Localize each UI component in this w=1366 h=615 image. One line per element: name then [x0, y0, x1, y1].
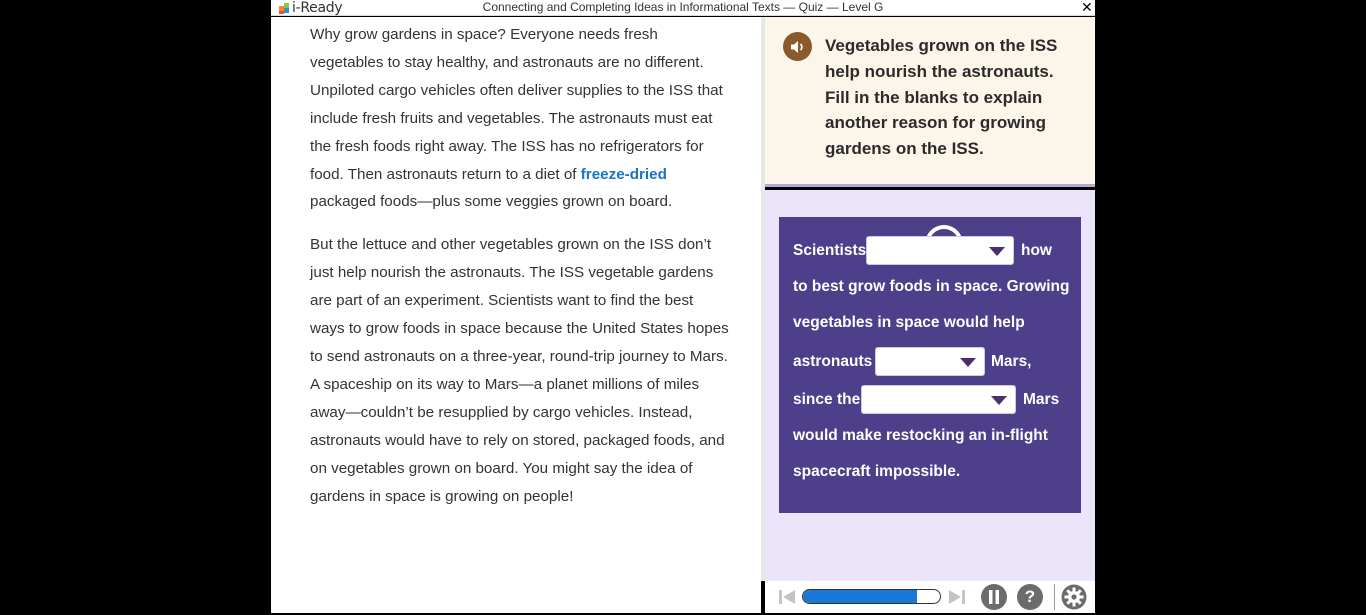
- settings-icon: [1061, 584, 1087, 610]
- pause-button[interactable]: [981, 584, 1007, 610]
- passage: Why grow gardens in space? Everyone need…: [310, 21, 730, 525]
- title-bar: i-Ready Connecting and Completing Ideas …: [271, 0, 1095, 16]
- blank-dropdown-2[interactable]: [875, 347, 985, 376]
- settings-button[interactable]: [1061, 584, 1087, 615]
- bottom-toolbar: ?: [765, 581, 1095, 613]
- help-button[interactable]: ?: [1017, 584, 1043, 610]
- chevron-down-icon: [991, 396, 1007, 405]
- passage-paragraph-2: But the lettuce and other vegetables gro…: [310, 236, 729, 505]
- sentence-fragment: vegetables in space would help: [793, 314, 1025, 331]
- question-prompt-pane: Vegetables grown on the ISS help nourish…: [765, 17, 1095, 187]
- sentence-fragment: would make restocking an in-flight: [793, 427, 1048, 444]
- skip-forward-button[interactable]: [948, 589, 966, 610]
- sentence-fragment: Mars: [1023, 391, 1060, 408]
- chevron-down-icon: [960, 358, 976, 367]
- sentence-fragment: Scientists: [793, 242, 867, 259]
- window-title: Connecting and Completing Ideas in Infor…: [482, 0, 884, 14]
- skip-back-button[interactable]: [778, 589, 796, 610]
- blank-dropdown-3[interactable]: [861, 385, 1016, 414]
- passage-text: Why grow gardens in space? Everyone need…: [310, 26, 723, 183]
- sentence-fragment: to best grow foods in space. Growing: [793, 278, 1070, 295]
- progress-fill: [803, 590, 917, 603]
- toolbar-divider: [1054, 584, 1055, 610]
- sentence-fragment: how: [1021, 242, 1052, 259]
- prompt-audio-button[interactable]: [783, 32, 812, 61]
- chevron-down-icon: [989, 247, 1005, 256]
- sentence-fragment: Mars,: [991, 353, 1032, 370]
- glossary-link-freeze-dried[interactable]: freeze-dried: [581, 166, 667, 183]
- blank-dropdown-1[interactable]: [866, 236, 1014, 265]
- answer-pane: Scientists how to best grow foods in spa…: [765, 190, 1095, 581]
- sentence-fragment: astronauts: [793, 353, 873, 370]
- help-icon: ?: [1024, 587, 1036, 606]
- question-prompt: Vegetables grown on the ISS help nourish…: [825, 36, 1058, 159]
- skip-back-icon: [779, 590, 795, 604]
- pause-icon: [989, 590, 999, 604]
- passage-paragraph-1: Why grow gardens in space? Everyone need…: [310, 21, 730, 216]
- passage-text: packaged foods—plus some veggies grown o…: [310, 193, 673, 211]
- skip-forward-icon: [949, 590, 965, 604]
- reading-pane: Why grow gardens in space? Everyone need…: [271, 17, 761, 613]
- progress-bar: [802, 589, 941, 604]
- close-button[interactable]: ✕: [1081, 0, 1093, 15]
- sentence-fragment: spacecraft impossible.: [793, 463, 961, 480]
- speaker-icon: [790, 40, 803, 53]
- fill-in-blank-card: Scientists how to best grow foods in spa…: [779, 217, 1081, 513]
- sentence-fragment: since the: [793, 391, 861, 408]
